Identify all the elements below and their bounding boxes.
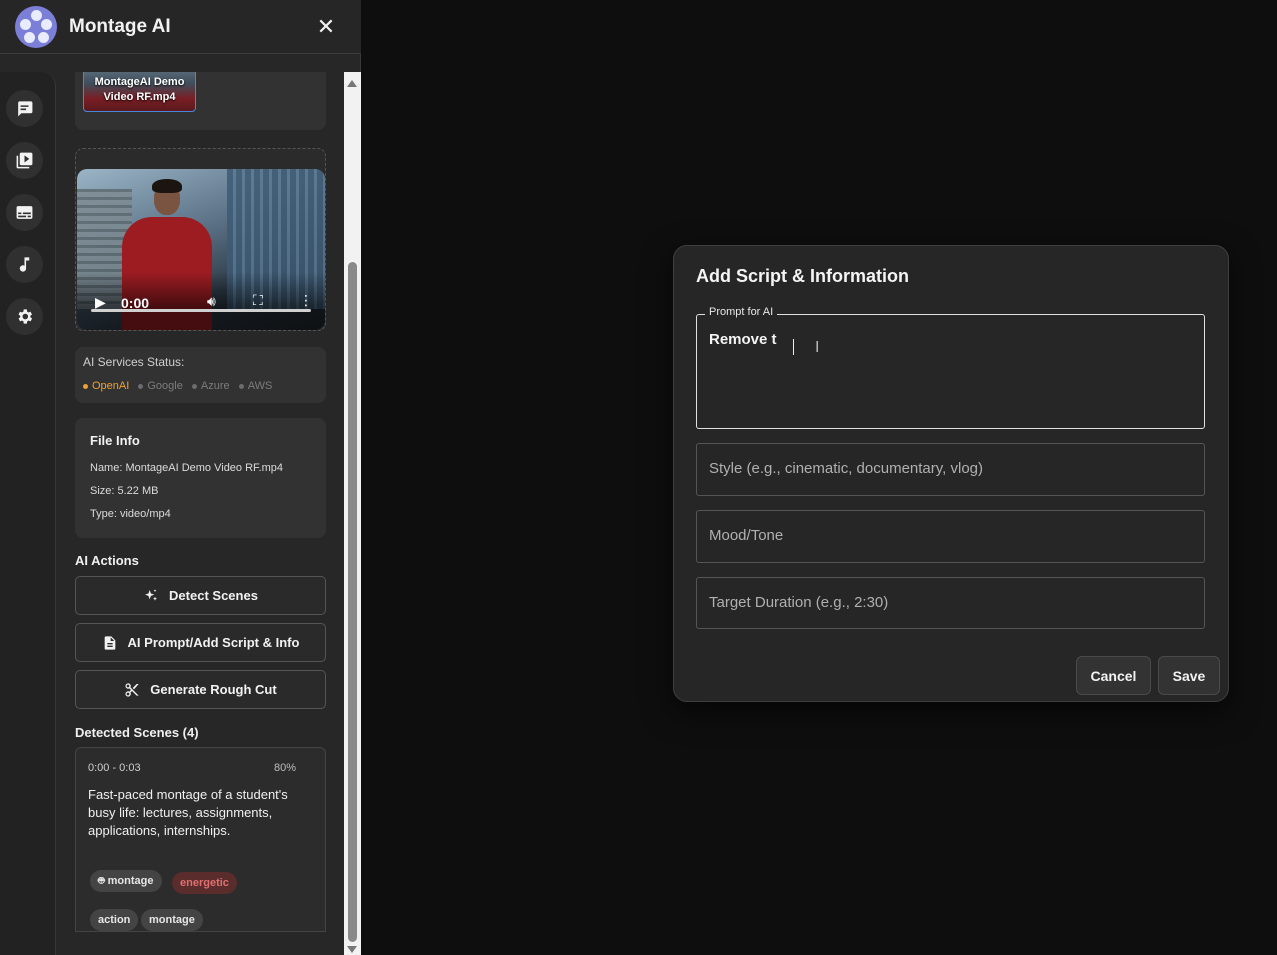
panel-content: MontageAI Demo Video RF.mp4 ▶ 0:00 🔊︎ ⛶ … (57, 72, 344, 932)
panel-scrollbar[interactable] (344, 72, 361, 955)
ai-services-status: AI Services Status: OpenAI Google Azure … (75, 347, 326, 403)
cancel-button[interactable]: Cancel (1076, 656, 1151, 695)
more-options-icon[interactable]: ⋮ (299, 292, 313, 309)
gear-icon[interactable] (6, 298, 43, 335)
media-thumbnail[interactable]: MontageAI Demo Video RF.mp4 (83, 72, 196, 112)
scene-tag[interactable]: energetic (172, 872, 237, 894)
document-icon (104, 635, 115, 650)
style-field[interactable]: Style (e.g., cinematic, documentary, vlo… (696, 443, 1205, 496)
nav-rail (0, 72, 56, 955)
media-thumbnail-card: MontageAI Demo Video RF.mp4 (75, 72, 326, 130)
duration-field[interactable]: Target Duration (e.g., 2:30) (696, 577, 1205, 629)
scene-confidence: 80% (274, 762, 297, 774)
video-controls: ▶ 0:00 🔊︎ ⛶ ⋮ (77, 272, 325, 330)
prompt-label: Prompt for AI (705, 306, 778, 318)
mood-placeholder: Mood/Tone (709, 527, 784, 544)
logo-icon (15, 6, 57, 48)
subtitles-icon[interactable] (6, 194, 43, 231)
prompt-value: Remove t (709, 331, 777, 348)
scroll-down-icon[interactable] (347, 946, 357, 953)
file-info-card: File Info Name: MontageAI Demo Video RF.… (75, 418, 326, 538)
scissors-icon (125, 682, 139, 697)
thumbnail-label: MontageAI Demo Video RF.mp4 (94, 76, 185, 103)
panel-scroll-thumb[interactable] (348, 262, 357, 942)
save-button[interactable]: Save (1158, 656, 1220, 695)
video-progress-bar[interactable] (91, 309, 311, 312)
scene-tag[interactable]: montage (141, 909, 203, 931)
detect-scenes-label: Detect Scenes (169, 588, 258, 603)
text-caret (793, 339, 794, 355)
status-dot-icon (191, 383, 197, 389)
service-aws: AWS (238, 380, 272, 392)
video-player[interactable]: ▶ 0:00 🔊︎ ⛶ ⋮ (77, 169, 325, 330)
dialog-title: Add Script & Information (696, 266, 909, 286)
services-title: AI Services Status: (83, 355, 185, 369)
file-type: Type: video/mp4 (90, 508, 171, 520)
status-dot-icon (138, 383, 144, 389)
generate-rough-cut-label: Generate Rough Cut (150, 682, 277, 697)
service-openai: OpenAI (83, 380, 129, 392)
generate-rough-cut-button[interactable]: Generate Rough Cut (75, 670, 326, 709)
prompt-field[interactable]: Prompt for AI Remove t I (696, 306, 1205, 429)
side-panel: Montage AI ✕ MontageAI Demo Video RF.mp4 (0, 0, 361, 955)
text-cursor-icon: I (815, 339, 820, 356)
style-placeholder: Style (e.g., cinematic, documentary, vlo… (709, 460, 983, 477)
ai-prompt-button[interactable]: AI Prompt/Add Script & Info (75, 623, 326, 662)
file-size: Size: 5.22 MB (90, 485, 159, 497)
detected-scenes-title: Detected Scenes (4) (75, 725, 199, 740)
service-google: Google (138, 380, 183, 392)
ai-prompt-label: AI Prompt/Add Script & Info (127, 635, 300, 650)
robot-icon: 🤖︎ (98, 875, 108, 887)
add-script-dialog: Add Script & Information Prompt for AI R… (673, 245, 1229, 702)
video-preview-card: ▶ 0:00 🔊︎ ⛶ ⋮ (75, 148, 326, 331)
chat-icon[interactable] (6, 90, 43, 127)
volume-icon[interactable]: 🔊︎ (207, 293, 216, 310)
scene-description: Fast-paced montage of a student's busy l… (88, 787, 288, 838)
panel-header: Montage AI ✕ (0, 0, 361, 54)
status-dot-icon (238, 383, 244, 389)
mood-field[interactable]: Mood/Tone (696, 510, 1205, 563)
fullscreen-icon[interactable]: ⛶ (253, 292, 263, 309)
scenes-list: 0:00 - 0:03 80% Fast-paced montage of a … (75, 747, 326, 932)
scene-tag[interactable]: action (90, 909, 139, 931)
video-library-icon[interactable] (6, 142, 43, 179)
scroll-up-icon[interactable] (347, 80, 357, 87)
sparkle-icon (145, 588, 158, 601)
app-title: Montage AI (69, 16, 171, 37)
file-info-title: File Info (90, 433, 140, 448)
status-dot-icon (83, 383, 88, 389)
service-azure: Azure (191, 380, 230, 392)
services-list: OpenAI Google Azure AWS (83, 380, 278, 392)
scene-tag[interactable]: 🤖︎ montage (90, 870, 162, 892)
close-icon[interactable]: ✕ (313, 14, 339, 40)
ai-actions-title: AI Actions (75, 553, 139, 568)
detect-scenes-button[interactable]: Detect Scenes (75, 576, 326, 615)
duration-placeholder: Target Duration (e.g., 2:30) (709, 594, 889, 611)
music-note-icon[interactable] (6, 246, 43, 283)
file-name: Name: MontageAI Demo Video RF.mp4 (90, 462, 283, 474)
scene-time: 0:00 - 0:03 (88, 762, 141, 774)
